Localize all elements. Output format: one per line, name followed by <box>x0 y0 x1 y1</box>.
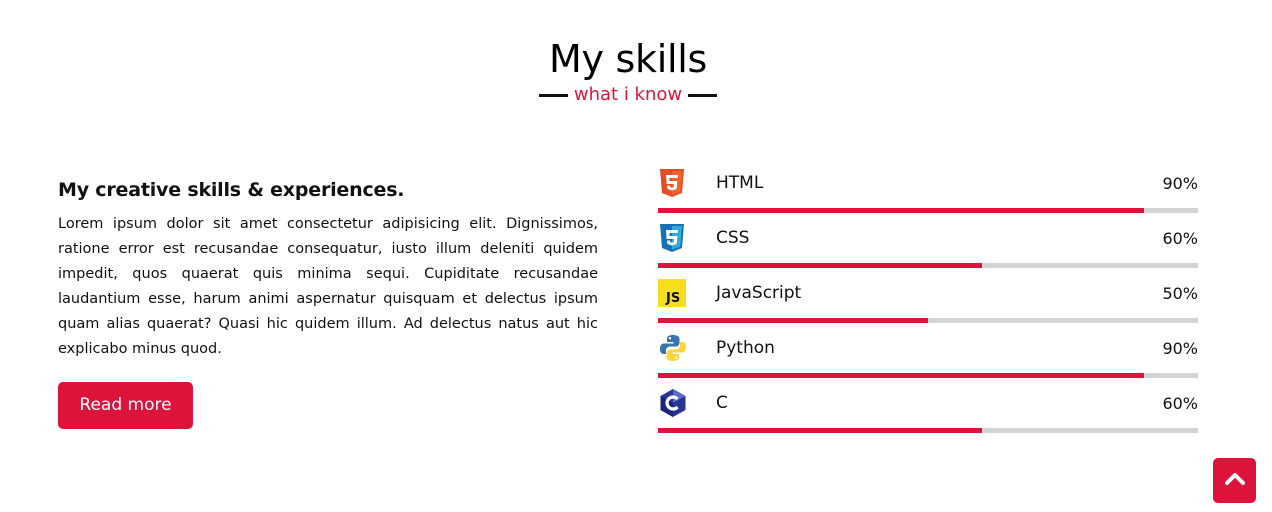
skill-progress-fill <box>658 318 928 323</box>
about-skills-column: My creative skills & experiences. Lorem … <box>58 176 598 429</box>
scroll-to-top-button[interactable] <box>1213 458 1256 503</box>
subtitle-wrap: what i know <box>0 84 1256 106</box>
skills-list: HTML 90% CSS 60% JS JavaScript 50% Pytho… <box>658 160 1198 435</box>
html5-icon <box>658 168 692 198</box>
skill-name: CSS <box>716 228 750 248</box>
skill-name: HTML <box>716 173 764 193</box>
page-subtitle: what i know <box>573 84 683 105</box>
skill-progress-bar <box>658 263 1198 268</box>
skill-percent: 90% <box>1162 173 1198 193</box>
skill-name: Python <box>716 338 775 358</box>
skill-item-css: CSS 60% <box>658 215 1198 270</box>
about-heading: My creative skills & experiences. <box>58 179 405 201</box>
skill-percent: 60% <box>1162 228 1198 248</box>
css3-icon <box>658 223 692 253</box>
page-title: My skills <box>549 37 707 81</box>
about-text: Lorem ipsum dolor sit amet consectetur a… <box>58 216 598 357</box>
skill-progress-bar <box>658 373 1198 378</box>
skill-item-javascript: JS JavaScript 50% <box>658 270 1198 325</box>
skill-progress-bar <box>658 428 1198 433</box>
javascript-icon: JS <box>658 278 692 308</box>
skill-item-python: Python 90% <box>658 325 1198 380</box>
skills-section-header: My skills what i know <box>0 36 1256 106</box>
skill-name: JavaScript <box>716 283 802 303</box>
skill-row: Python 90% <box>658 333 1198 363</box>
chevron-up-icon <box>1224 471 1245 490</box>
subtitle-line-left <box>538 93 568 97</box>
read-more-button[interactable]: Read more <box>58 382 193 429</box>
skill-progress-fill <box>658 208 1144 213</box>
subtitle-line-right <box>688 93 718 97</box>
skill-progress-bar <box>658 208 1198 213</box>
skill-percent: 50% <box>1162 283 1198 303</box>
skill-progress-fill <box>658 263 982 268</box>
skill-row: CSS 60% <box>658 223 1198 253</box>
python-icon <box>658 333 692 363</box>
skill-name: C <box>716 393 728 413</box>
skill-progress-fill <box>658 428 982 433</box>
c-language-icon <box>658 388 692 418</box>
skill-progress-bar <box>658 318 1198 323</box>
skill-item-html: HTML 90% <box>658 160 1198 215</box>
skill-percent: 90% <box>1162 338 1198 358</box>
svg-text:JS: JS <box>665 291 680 306</box>
skill-percent: 60% <box>1162 393 1198 413</box>
skill-item-c: C 60% <box>658 380 1198 435</box>
skill-progress-fill <box>658 373 1144 378</box>
skill-row: JS JavaScript 50% <box>658 278 1198 308</box>
skill-row: C 60% <box>658 388 1198 418</box>
skill-row: HTML 90% <box>658 168 1198 198</box>
